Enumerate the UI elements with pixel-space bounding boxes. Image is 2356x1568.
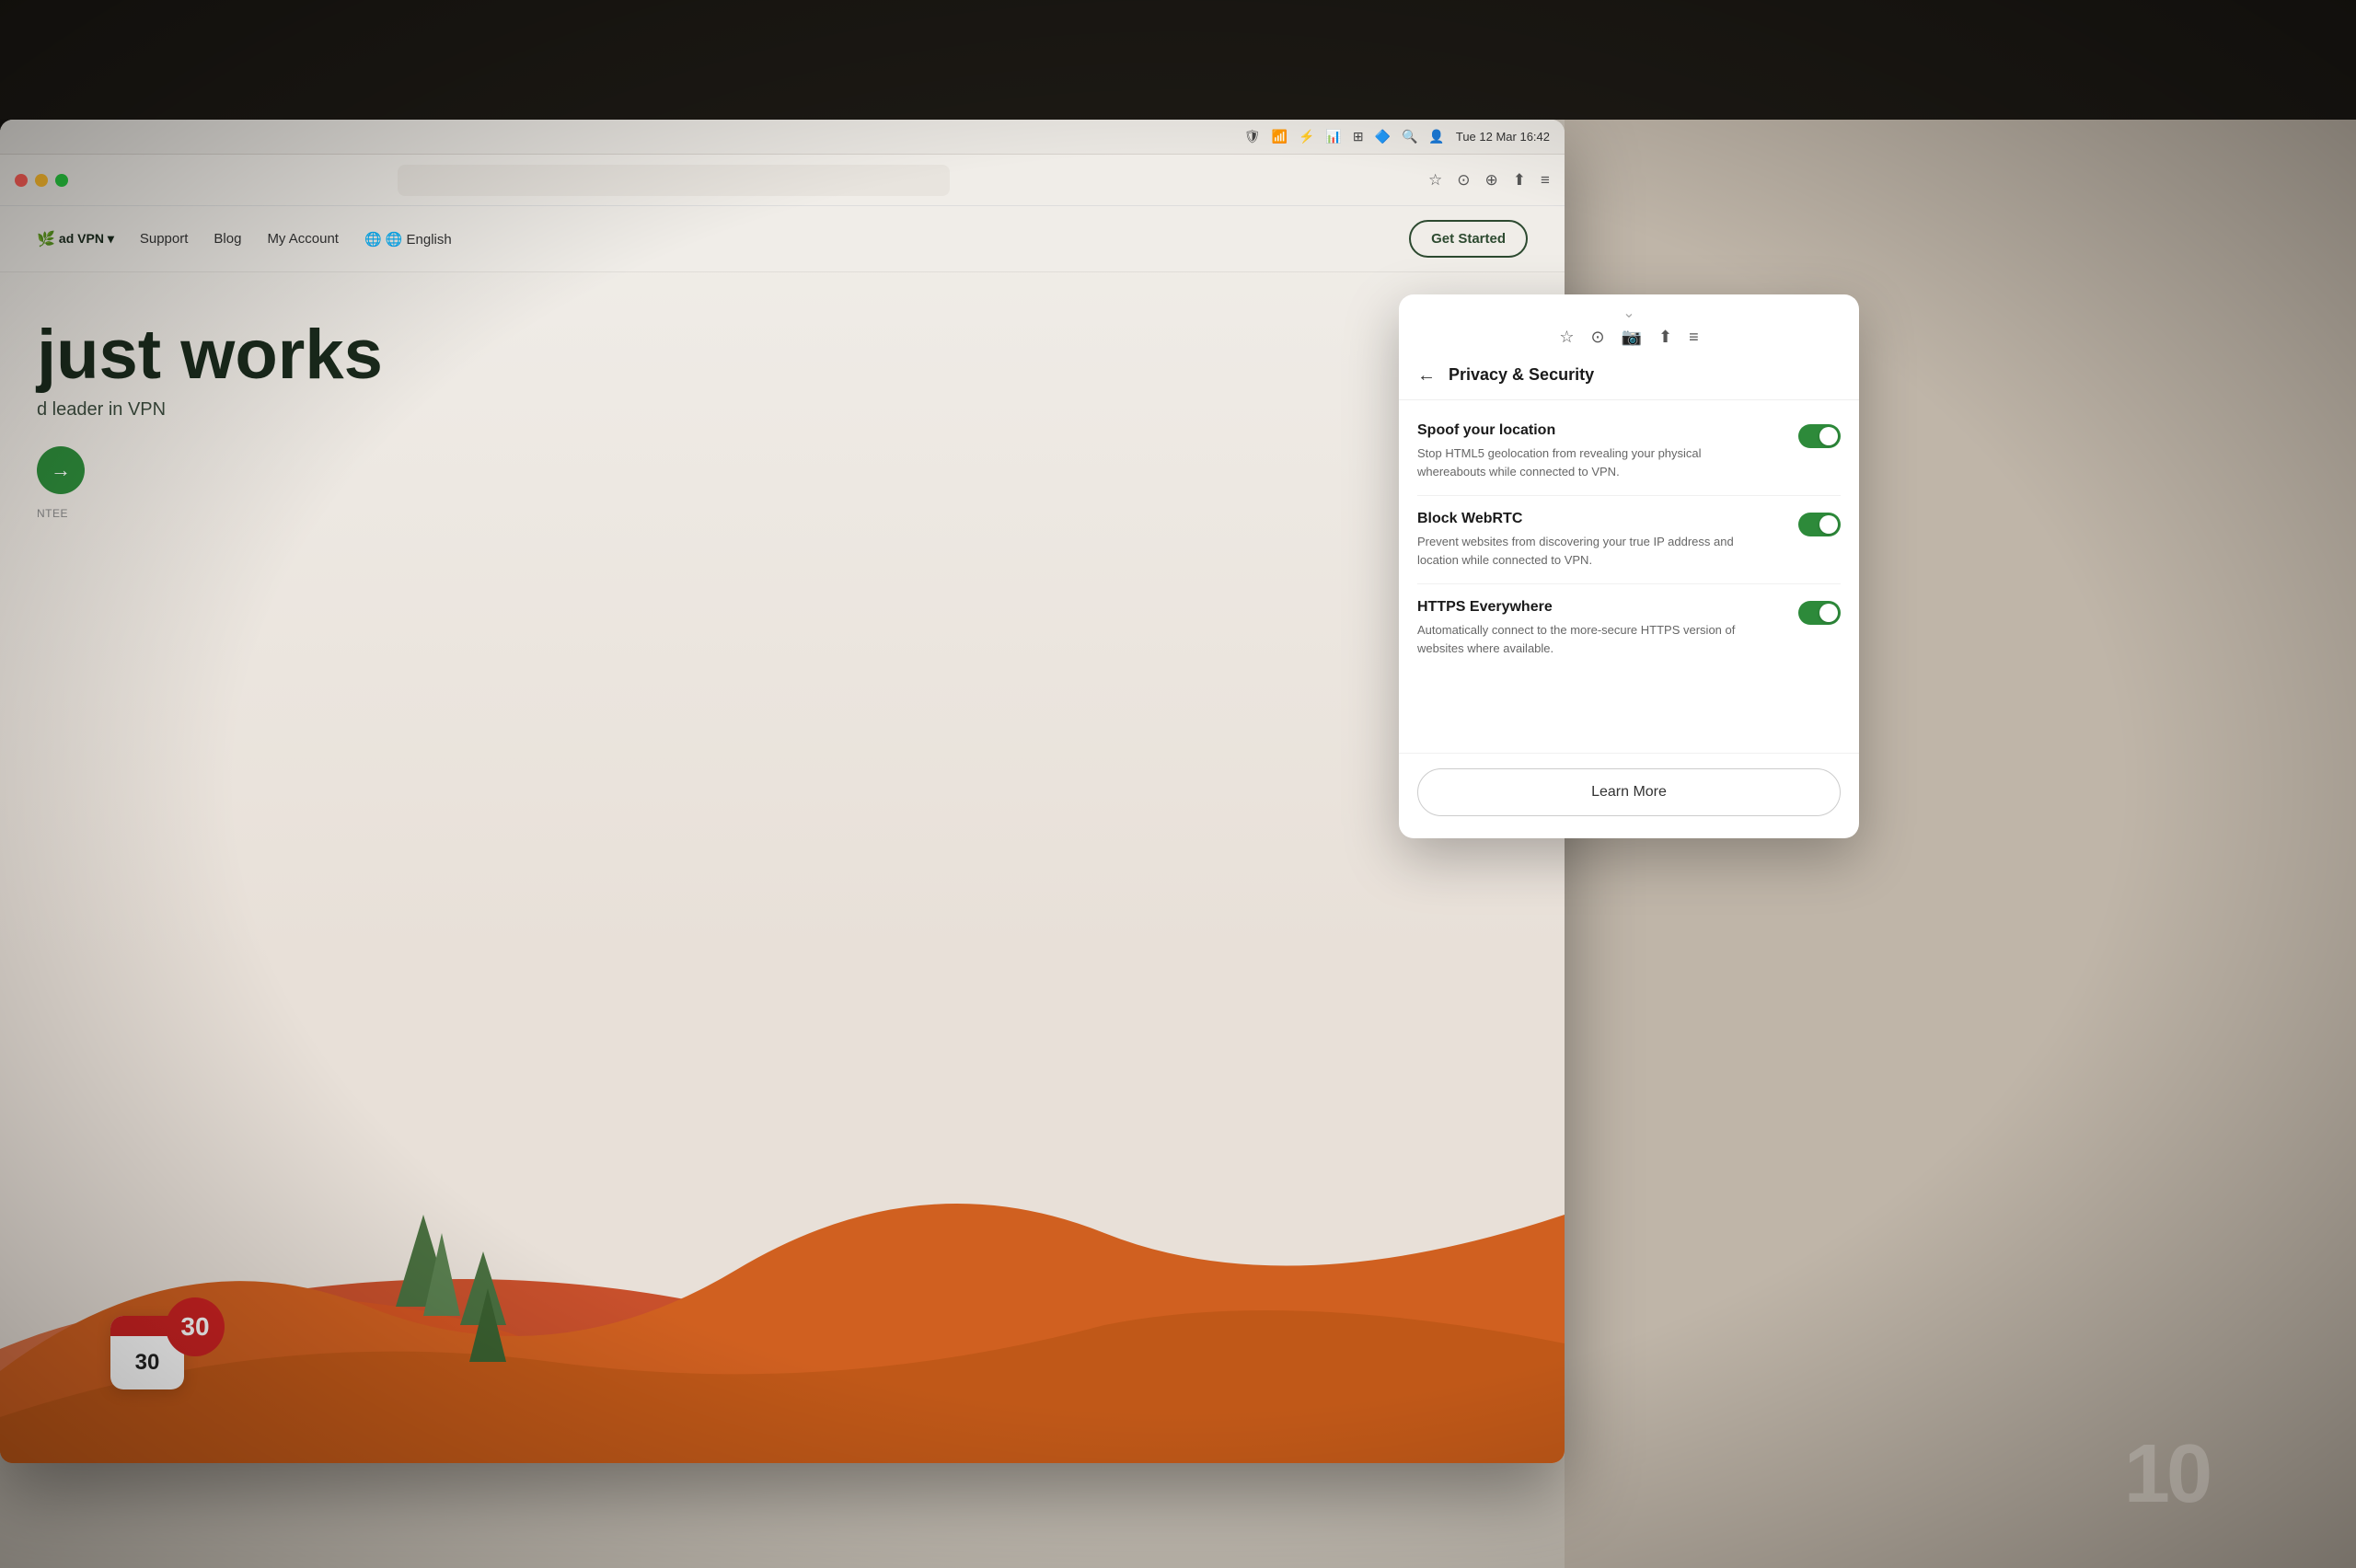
panel-back-button[interactable]: ←	[1417, 366, 1436, 385]
nav-my-account[interactable]: My Account	[267, 231, 339, 247]
panel-header: ← Privacy & Security	[1399, 356, 1859, 400]
minimize-button[interactable]	[35, 174, 48, 187]
hero-section: just works d leader in VPN → NTEE	[0, 272, 1565, 520]
close-button[interactable]	[15, 174, 28, 187]
block-webrtc-label: Block WebRTC	[1417, 511, 1739, 527]
hero-subtitle: d leader in VPN	[37, 399, 1528, 421]
block-webrtc-desc: Prevent websites from discovering your t…	[1417, 533, 1739, 569]
chevron-down-icon: ⌄	[1623, 304, 1634, 322]
browser-window: 🛡 📶 ⚡ 📊 ⊞ 🔷 🔍 👤 Tue 12 Mar 16:42 ☆ ⊙ ⊕ ⬆…	[0, 120, 1565, 1463]
spoof-location-toggle[interactable]	[1798, 424, 1841, 448]
maximize-button[interactable]	[55, 174, 68, 187]
signal-icon: 📊	[1325, 129, 1341, 144]
https-everywhere-desc: Automatically connect to the more-secure…	[1417, 621, 1739, 657]
landscape-decoration	[0, 1049, 1565, 1463]
vpn-navbar: 🌿 ad VPN ▾ Support Blog My Account 🌐 🌐 E…	[0, 206, 1565, 272]
user-icon: 👤	[1428, 129, 1444, 144]
setting-spoof-location: Spoof your location Stop HTML5 geolocati…	[1417, 408, 1841, 496]
globe-icon: 🌐	[364, 231, 382, 248]
panel-inner-toolbar: ☆ ⊙ 📷 ⬆ ≡	[1399, 326, 1859, 356]
shield-icon: 🛡	[1244, 129, 1261, 144]
panel-menu-icon[interactable]: ≡	[1689, 328, 1699, 347]
vpn-logo: 🌿 ad VPN ▾	[37, 230, 114, 248]
panel-upload-icon[interactable]: ⬆	[1658, 328, 1672, 347]
guarantee-text: NTEE	[37, 507, 1528, 520]
arrow-icon: →	[51, 458, 71, 482]
bluetooth-icon: ⚡	[1299, 129, 1314, 144]
block-webrtc-toggle[interactable]	[1798, 513, 1841, 536]
panel-camera-icon[interactable]: 📷	[1622, 328, 1642, 347]
nav-blog[interactable]: Blog	[214, 231, 241, 247]
privacy-security-panel: ⌄ ☆ ⊙ 📷 ⬆ ≡ ← Privacy & Security Spoof y…	[1399, 294, 1859, 838]
nav-english[interactable]: 🌐 🌐 English	[364, 231, 452, 248]
browser-nav-toolbar: ☆ ⊙ ⊕ ⬆ ≡	[0, 155, 1565, 206]
nav-support[interactable]: Support	[140, 231, 189, 247]
bt-icon: 🔷	[1375, 129, 1391, 144]
system-menu-bar: 🛡 📶 ⚡ 📊 ⊞ 🔷 🔍 👤 Tue 12 Mar 16:42	[0, 120, 1565, 155]
bookmark-icon[interactable]: ☆	[1428, 171, 1442, 190]
panel-content: Spoof your location Stop HTML5 geolocati…	[1399, 400, 1859, 679]
setting-block-webrtc: Block WebRTC Prevent websites from disco…	[1417, 496, 1841, 584]
panel-star-icon[interactable]: ☆	[1559, 328, 1574, 347]
menu-icon[interactable]: ≡	[1541, 171, 1550, 190]
screenshot-icon[interactable]: ⊕	[1485, 171, 1498, 190]
url-bar[interactable]	[398, 165, 950, 196]
setting-https-everywhere: HTTPS Everywhere Automatically connect t…	[1417, 584, 1841, 672]
search-bar-icon: 🔍	[1402, 129, 1417, 144]
calendar-badge: 30 30	[110, 1316, 184, 1389]
hero-title: just works	[37, 318, 497, 392]
watermark: 10	[2124, 1427, 2209, 1522]
https-everywhere-toggle[interactable]	[1798, 601, 1841, 625]
wifi-icon: 📶	[1272, 129, 1288, 144]
cta-button[interactable]: →	[37, 446, 85, 494]
time-display: Tue 12 Mar 16:42	[1456, 130, 1550, 144]
learn-more-button[interactable]: Learn More	[1417, 768, 1841, 816]
spoof-location-desc: Stop HTML5 geolocation from revealing yo…	[1417, 444, 1739, 480]
https-everywhere-label: HTTPS Everywhere	[1417, 599, 1739, 616]
get-started-button[interactable]: Get Started	[1409, 220, 1528, 258]
panel-collapse-chevron[interactable]: ⌄	[1399, 294, 1859, 326]
pocket-icon[interactable]: ⊙	[1457, 171, 1470, 190]
calendar-number-badge: 30	[166, 1297, 225, 1356]
share-icon[interactable]: ⬆	[1513, 171, 1526, 190]
website-content: 🌿 ad VPN ▾ Support Blog My Account 🌐 🌐 E…	[0, 206, 1565, 1463]
panel-title: Privacy & Security	[1449, 365, 1594, 385]
panel-pocket-icon[interactable]: ⊙	[1591, 328, 1605, 347]
spoof-location-label: Spoof your location	[1417, 422, 1739, 439]
grid-icon: ⊞	[1353, 129, 1364, 144]
panel-footer: Learn More	[1399, 753, 1859, 838]
